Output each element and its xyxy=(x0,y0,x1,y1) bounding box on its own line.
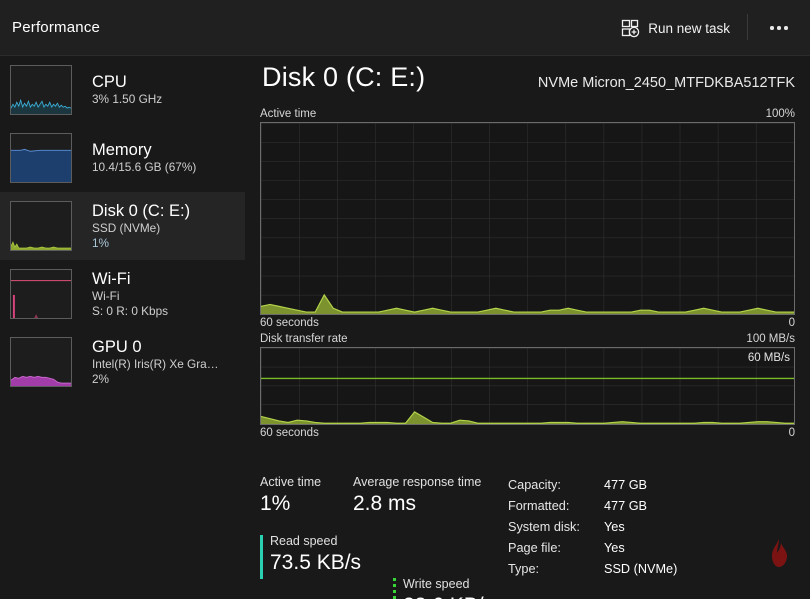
device-title: Disk 0 (C: E:) xyxy=(262,62,426,92)
stats-right-column: Capacity: 477 GB Formatted: 477 GB System di… xyxy=(508,478,677,583)
sidebar-item-cpu[interactable]: CPU 3% 1.50 GHz xyxy=(0,56,245,124)
active-time-graph-label: Active time xyxy=(260,108,317,120)
cpu-thumbnail-graph xyxy=(10,65,72,115)
more-options-icon xyxy=(770,26,788,30)
run-new-task-label: Run new task xyxy=(648,20,730,36)
sidebar-item-title: Wi-Fi xyxy=(92,269,131,288)
memory-thumbnail-graph xyxy=(10,133,72,183)
disk-detail-row: Capacity: 477 GB xyxy=(508,478,677,499)
stat-avg-response-value: 2.8 ms xyxy=(353,492,417,515)
transfer-rate-graph-block: Disk transfer rate 100 MB/s 60 MB/s 60 s… xyxy=(260,333,795,439)
write-speed-indicator-bar xyxy=(393,578,396,599)
disk-detail-value: Yes xyxy=(604,541,625,555)
sidebar-item-wifi[interactable]: Wi-Fi Wi-Fi S: 0 R: 0 Kbps xyxy=(0,260,245,328)
sidebar-item-sub1: Intel(R) Iris(R) Xe Gra… xyxy=(92,356,219,371)
disk-detail-row: Page file: Yes xyxy=(508,541,677,562)
disk-detail-key: System disk: xyxy=(508,520,580,534)
stat-read-speed-value: 73.5 KB/s xyxy=(270,551,362,574)
sidebar-item-title: GPU 0 xyxy=(92,337,142,356)
new-task-icon xyxy=(621,19,640,38)
transfer-rate-graph-max: 100 MB/s xyxy=(746,333,795,345)
sidebar-item-sub1: 10.4/15.6 GB (67%) xyxy=(92,160,197,174)
read-speed-indicator-bar xyxy=(260,535,263,579)
sidebar-item-sub1: SSD (NVMe) xyxy=(92,220,161,235)
active-time-graph-min: 0 xyxy=(788,317,795,329)
disk-detail-value: 477 GB xyxy=(604,499,648,513)
sidebar-item-title: CPU xyxy=(92,73,127,91)
sidebar-item-memory[interactable]: Memory 10.4/15.6 GB (67%) xyxy=(0,124,245,192)
sidebar-item-gpu0[interactable]: GPU 0 Intel(R) Iris(R) Xe Gra… 2% xyxy=(0,328,245,396)
sidebar-item-sub2: 1% xyxy=(92,235,110,250)
titlebar: Performance Run new task xyxy=(0,0,810,56)
flame-watermark-icon xyxy=(766,538,792,573)
active-time-graph-max: 100% xyxy=(765,108,795,120)
disk-thumbnail-graph xyxy=(10,201,72,251)
run-new-task-button[interactable]: Run new task xyxy=(613,13,738,43)
sidebar-item-sub1: 3% 1.50 GHz xyxy=(92,92,163,106)
sidebar-item-sub2: 2% xyxy=(92,371,110,386)
disk-detail-row: Type: SSD (NVMe) xyxy=(508,562,677,583)
disk-detail-value: SSD (NVMe) xyxy=(604,562,678,576)
disk-detail-key: Formatted: xyxy=(508,499,570,513)
disk-detail-key: Type: xyxy=(508,562,540,576)
page-title: Performance xyxy=(12,19,101,36)
sidebar-item-disk0[interactable]: Disk 0 (C: E:) SSD (NVMe) 1% xyxy=(0,192,245,260)
disk-detail-value: Yes xyxy=(604,520,625,534)
transfer-rate-graph-min: 0 xyxy=(788,427,795,439)
stat-avg-response-time: Average response time 2.8 ms xyxy=(353,474,481,517)
sidebar-item-title: Memory xyxy=(92,141,152,159)
stat-read-speed: Read speed 73.5 KB/s xyxy=(260,533,500,579)
active-time-graph[interactable] xyxy=(260,122,795,315)
disk-detail-key: Page file: xyxy=(508,541,561,555)
active-time-graph-block: Active time 100% 60 seconds 0 xyxy=(260,108,795,329)
sidebar: CPU 3% 1.50 GHz Memory 10.4/15.6 GB (67%… xyxy=(0,56,245,599)
main-header: Disk 0 (C: E:) NVMe Micron_2450_MTFDKBA5… xyxy=(245,56,810,108)
device-model: NVMe Micron_2450_MTFDKBA512TFK xyxy=(537,75,795,91)
task-manager-window: Performance Run new task CPU 3% 1.50 GHz… xyxy=(0,0,810,599)
gpu-thumbnail-graph xyxy=(10,337,72,387)
stats-panel: Active time 1% Average response time 2.8… xyxy=(260,470,810,599)
sidebar-item-sub2: S: 0 R: 0 Kbps xyxy=(92,303,169,318)
stat-avg-response-label: Average response time xyxy=(353,475,482,489)
disk-details-table: Capacity: 477 GB Formatted: 477 GB System di… xyxy=(508,478,677,583)
disk-detail-row: System disk: Yes xyxy=(508,520,677,541)
stat-active-time-value: 1% xyxy=(260,492,291,515)
wifi-thumbnail-graph xyxy=(10,269,72,319)
transfer-rate-marker-label: 60 MB/s xyxy=(747,352,790,364)
transfer-rate-graph-label: Disk transfer rate xyxy=(260,333,348,345)
disk-detail-value: 477 GB xyxy=(604,478,648,492)
transfer-rate-graph[interactable]: 60 MB/s xyxy=(260,347,795,425)
stat-read-speed-label: Read speed xyxy=(270,534,338,548)
more-options-button[interactable] xyxy=(760,14,798,42)
disk-detail-key: Capacity: xyxy=(508,478,561,492)
stat-active-time: Active time 1% xyxy=(260,474,321,517)
disk-detail-row: Formatted: 477 GB xyxy=(508,499,677,520)
toolbar-divider xyxy=(747,14,748,40)
stat-active-time-label: Active time xyxy=(260,475,322,489)
transfer-rate-graph-time: 60 seconds xyxy=(260,427,319,439)
stat-write-speed-value: 28.6 KB/s xyxy=(403,592,633,599)
stats-left-column: Active time 1% Average response time 2.8… xyxy=(260,470,500,599)
active-time-graph-time: 60 seconds xyxy=(260,317,319,329)
sidebar-item-sub1: Wi-Fi xyxy=(92,288,120,303)
sidebar-item-title: Disk 0 (C: E:) xyxy=(92,201,191,220)
